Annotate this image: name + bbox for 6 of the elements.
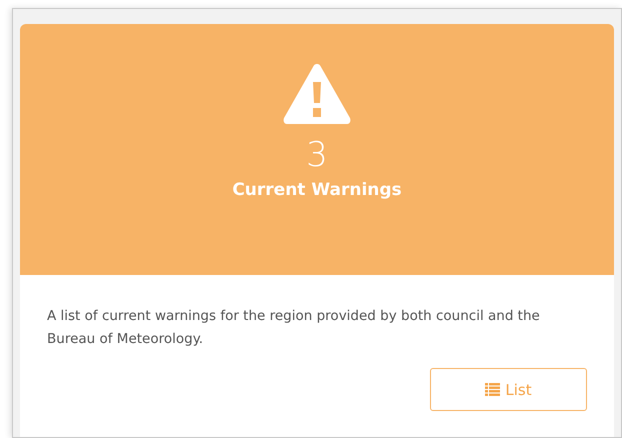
warning-count: 3 bbox=[306, 138, 328, 172]
warning-icon bbox=[282, 62, 352, 124]
list-icon bbox=[485, 383, 500, 396]
card-title: Current Warnings bbox=[232, 180, 402, 200]
card-description: A list of current warnings for the region provided by both council and the Bureau of Meteorology. bbox=[47, 307, 541, 349]
list-button[interactable]: List bbox=[430, 368, 587, 411]
